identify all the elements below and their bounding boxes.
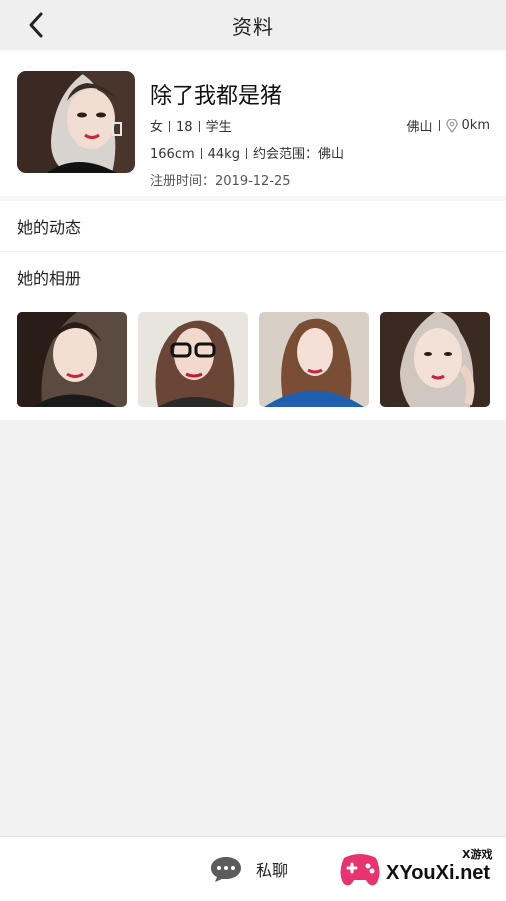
- profile-card: 除了我都是猪 女 18 学生 佛山 0km 166cm 44kg 约会范围：佛山 注册时…: [0, 50, 506, 196]
- avatar[interactable]: [17, 71, 135, 173]
- her-album-row[interactable]: 她的相册: [0, 252, 506, 302]
- watermark-big-text: XYouXi.net: [386, 862, 491, 884]
- private-chat-label: 私聊: [256, 861, 289, 880]
- album-strip: [0, 302, 506, 420]
- nickname: 除了我都是猪: [150, 84, 283, 109]
- her-moments-row[interactable]: 她的动态: [0, 201, 506, 252]
- body-info: 166cm 44kg 约会范围：佛山: [150, 143, 344, 162]
- separator: [245, 148, 247, 159]
- site-watermark: X游戏 XYouXi.net: [336, 842, 500, 896]
- separator: [198, 121, 200, 132]
- page-title: 资料: [232, 14, 274, 39]
- gender: 女: [150, 120, 164, 135]
- watermark-small-text: X游戏: [462, 848, 493, 861]
- back-button[interactable]: [20, 9, 52, 41]
- chevron-left-icon: [29, 12, 43, 38]
- gamepad-logo-icon: [340, 854, 380, 886]
- distance: 0km: [461, 118, 490, 133]
- her-moments-label: 她的动态: [17, 218, 82, 237]
- separator: [438, 120, 440, 131]
- location-info: 佛山 0km: [407, 116, 490, 135]
- city: 佛山: [406, 120, 433, 135]
- chat-bubble-icon: [211, 857, 241, 882]
- top-nav-bar: 资料: [0, 0, 506, 50]
- separator: [169, 121, 171, 132]
- register-date: 注册时间：2019-12-25: [150, 174, 291, 189]
- weight: 44kg: [207, 147, 240, 162]
- height: 166cm: [150, 147, 195, 162]
- album-photo[interactable]: [259, 312, 369, 407]
- private-chat-button[interactable]: 私聊: [210, 855, 288, 883]
- basic-info: 女 18 学生: [150, 116, 232, 135]
- date-range: 约会范围：佛山: [252, 147, 344, 162]
- album-photo[interactable]: [138, 312, 248, 407]
- separator: [200, 148, 202, 159]
- occupation: 学生: [205, 120, 232, 135]
- album-photo[interactable]: [380, 312, 490, 407]
- her-album-label: 她的相册: [17, 269, 82, 288]
- location-pin-icon: [445, 118, 458, 133]
- album-photo[interactable]: [17, 312, 127, 407]
- age: 18: [176, 120, 193, 135]
